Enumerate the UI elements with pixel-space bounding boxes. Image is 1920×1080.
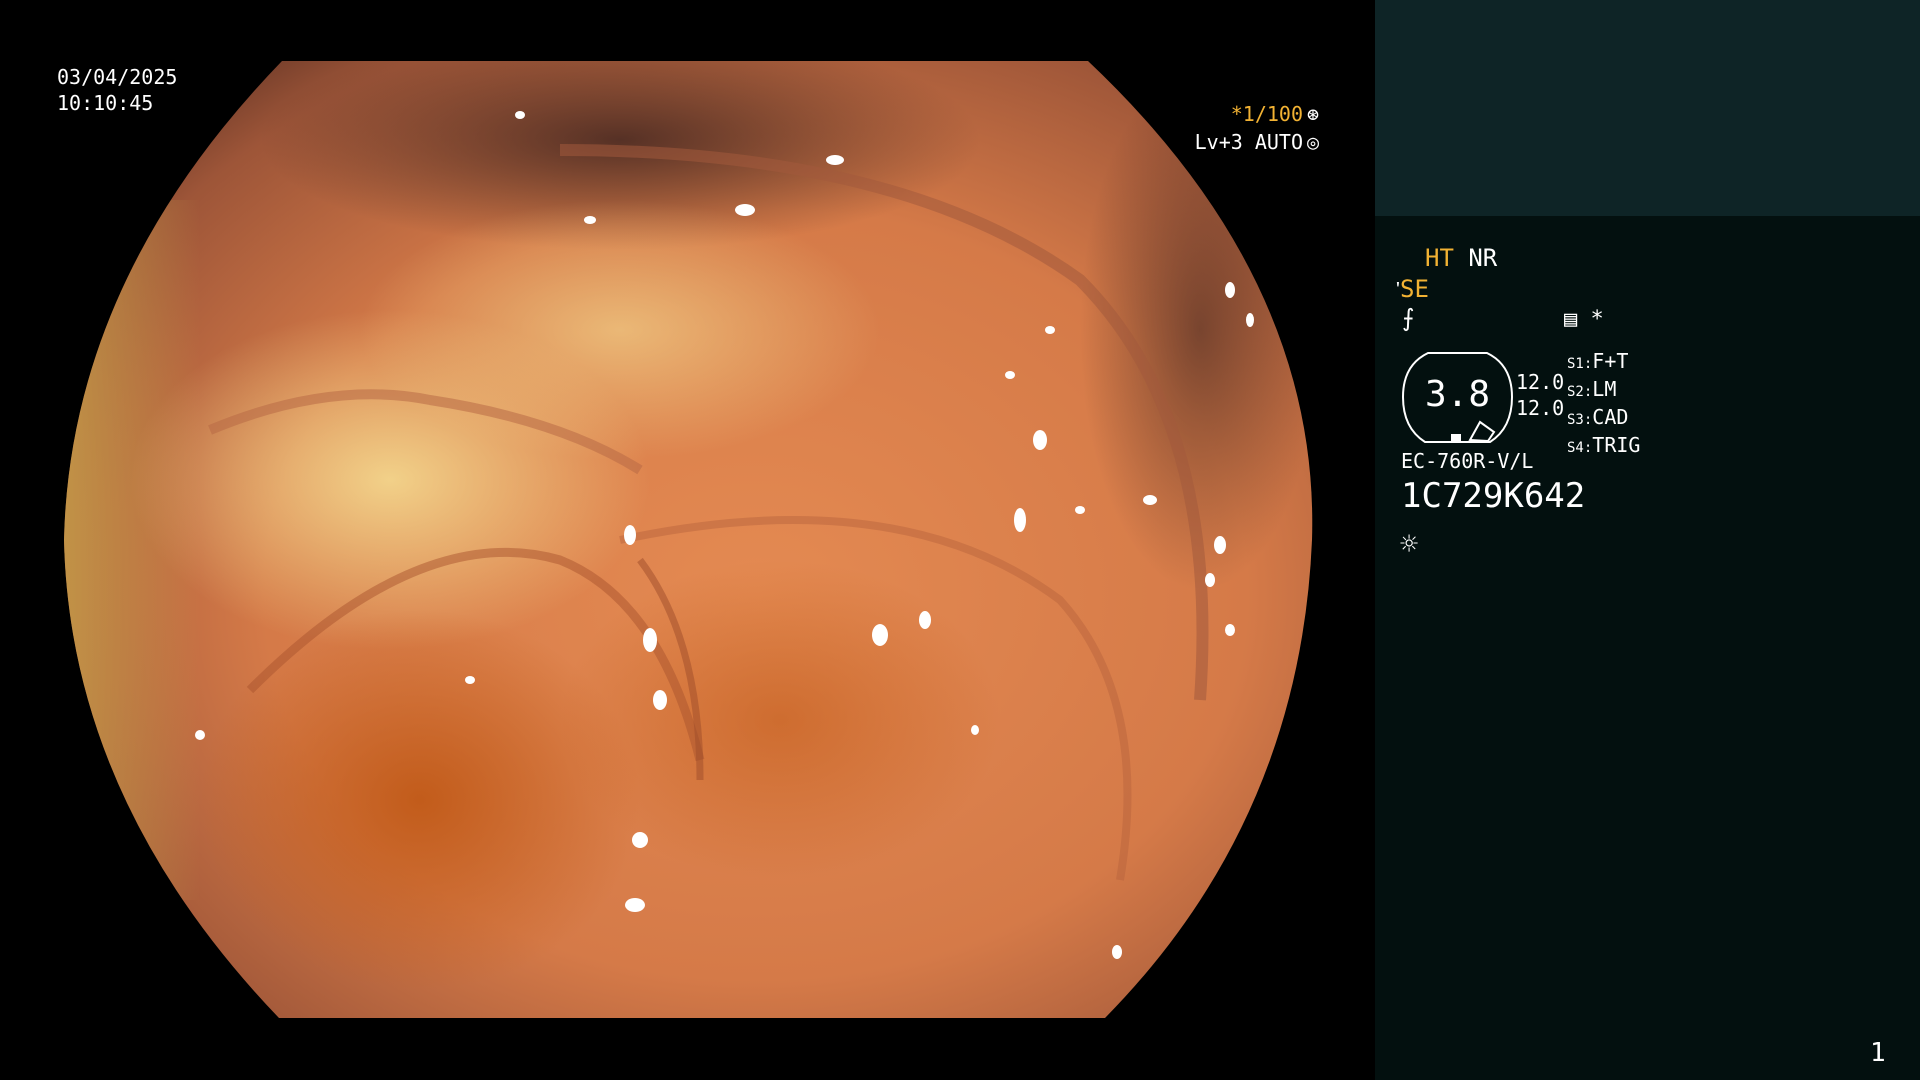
switch-key: S1:	[1567, 356, 1593, 372]
record-status-row: ▤ *	[1564, 306, 1604, 334]
date-text: 03/04/2025	[57, 65, 178, 89]
scope-switch-list: S1:F+T S2:LM S3:CAD S4:TRIG	[1567, 349, 1640, 461]
nr-indicator: NR	[1468, 244, 1498, 272]
switch-value: TRIG	[1592, 433, 1641, 457]
level-readouts: 12.0 12.0	[1516, 369, 1564, 421]
gauge-value: 3.8	[1424, 374, 1491, 415]
level-1: 12.0	[1516, 370, 1565, 394]
color-mode-icon: ⨍	[1402, 304, 1415, 332]
time-text: 10:10:45	[57, 91, 154, 115]
processing-row: HT NR	[1425, 244, 1497, 272]
status-side-panel	[1375, 0, 1920, 1080]
se-indicator: SE	[1400, 275, 1429, 303]
exposure-readout: *1/100 ⊛ Lv+3 AUTO ◎	[1195, 100, 1323, 156]
switch-value: F+T	[1592, 349, 1629, 373]
page-number: 1	[1870, 1038, 1886, 1068]
switch-1: S1:F+T	[1567, 349, 1640, 377]
record-icon: ▤	[1564, 307, 1578, 332]
shutter-row: *1/100 ⊛	[1195, 100, 1323, 128]
ht-indicator: HT	[1425, 244, 1454, 272]
switch-value: CAD	[1592, 405, 1629, 429]
iris-mode: AUTO	[1254, 130, 1303, 154]
level-row: Lv+3 AUTO ◎	[1195, 128, 1323, 156]
shutter-speed: 1/100	[1242, 102, 1303, 126]
endoscope-video-area: 03/04/2025 10:10:45 *1/100 ⊛ Lv+3 AUTO ◎	[0, 0, 1375, 1080]
scope-serial: 1C729K642	[1401, 476, 1586, 516]
record-asterisk: *	[1590, 307, 1604, 332]
switch-4: S4:TRIG	[1567, 433, 1640, 461]
iris-icon: ◎	[1306, 130, 1320, 154]
switch-key: S2:	[1567, 384, 1593, 400]
side-panel-header	[1375, 0, 1920, 216]
level-2: 12.0	[1516, 396, 1565, 420]
switch-value: LM	[1592, 377, 1617, 401]
shutter-prefix: *	[1230, 102, 1243, 126]
date-time-overlay: 03/04/2025 10:10:45	[57, 64, 177, 116]
enhance-row: ᡃSE	[1400, 275, 1429, 303]
switch-key: S4:	[1567, 440, 1593, 456]
endoscopic-image	[64, 61, 1313, 1018]
light-icon: ☼	[1400, 527, 1419, 562]
scope-model: EC-760R-V/L	[1401, 449, 1534, 473]
switch-key: S3:	[1567, 412, 1593, 428]
shutter-icon: ⊛	[1306, 102, 1320, 126]
switch-2: S2:LM	[1567, 377, 1640, 405]
switch-3: S3:CAD	[1567, 405, 1640, 433]
light-level: Lv+3	[1194, 130, 1243, 154]
